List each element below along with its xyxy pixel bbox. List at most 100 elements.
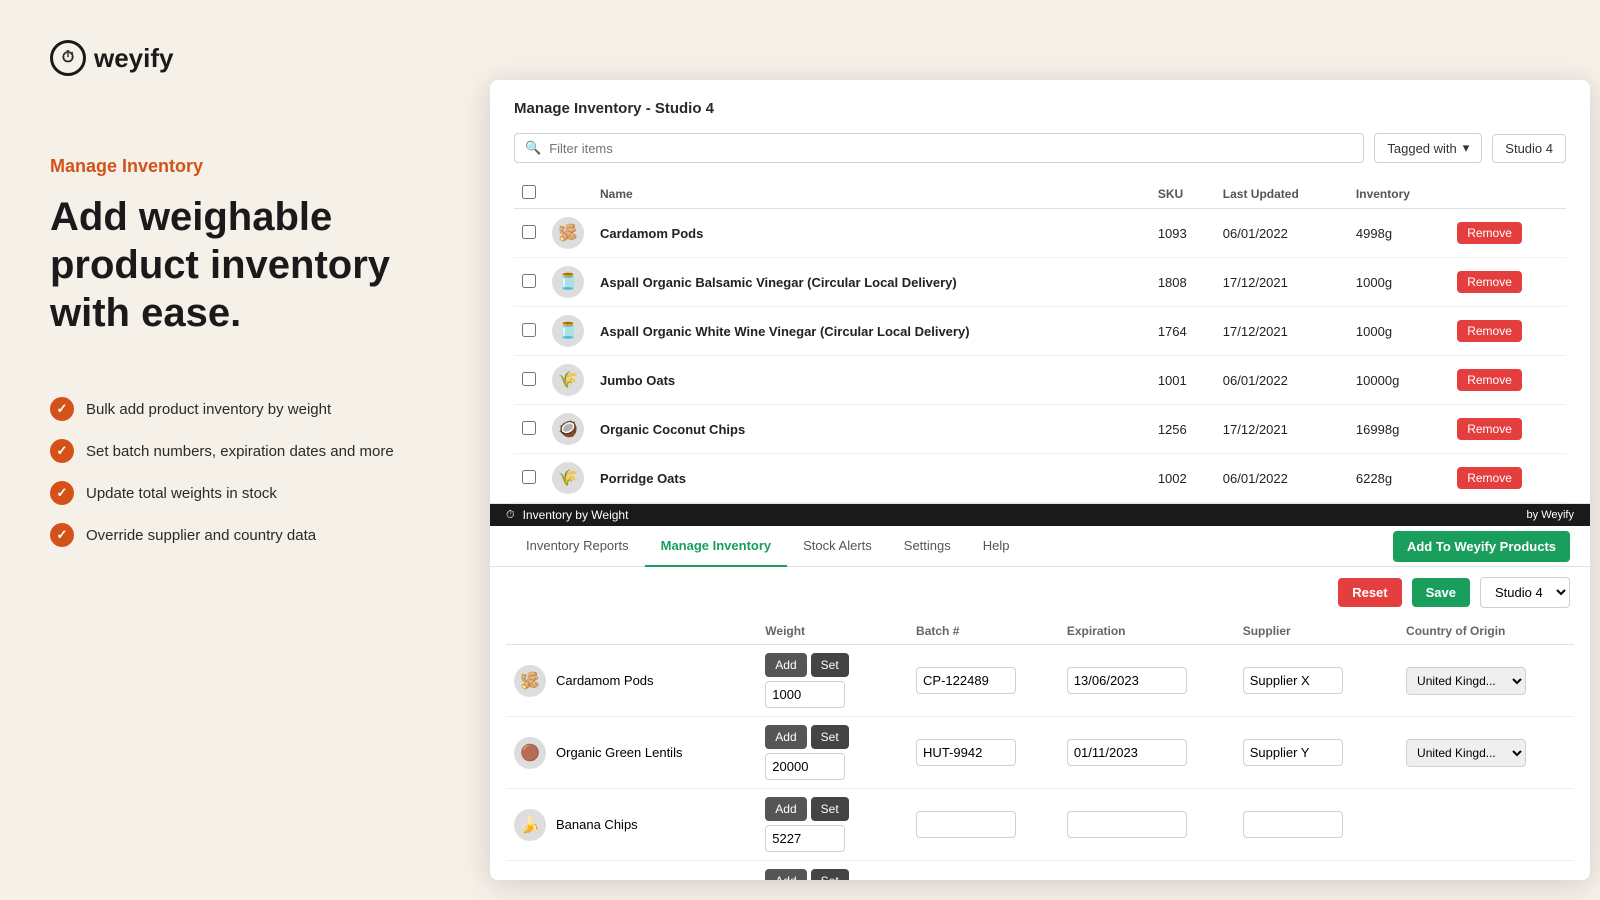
prod-image: 🍌 xyxy=(514,809,546,841)
product-row: 🫚 Cardamom Pods Add Set United Kingd... xyxy=(506,645,1574,717)
product-sku: 1002 xyxy=(1150,454,1215,503)
set-button[interactable]: Set xyxy=(811,797,849,821)
supplier-input[interactable] xyxy=(1243,811,1343,838)
product-last-updated: 06/01/2022 xyxy=(1215,454,1348,503)
product-name: Organic Coconut Chips xyxy=(592,405,1150,454)
weyify-bar-icon: ⏱ xyxy=(506,509,515,522)
row-checkbox[interactable] xyxy=(522,323,536,337)
product-image: 🫙 xyxy=(552,315,584,347)
studio-badge: Studio 4 xyxy=(1492,134,1566,163)
col-sku: SKU xyxy=(1150,179,1215,209)
features-list: Bulk add product inventory by weightSet … xyxy=(50,397,440,547)
add-button[interactable]: Add xyxy=(765,869,806,880)
prod-name: Banana Chips xyxy=(556,817,638,832)
nav-tab-settings[interactable]: Settings xyxy=(888,526,967,567)
search-box[interactable]: 🔍 xyxy=(514,133,1364,163)
tagged-with-button[interactable]: Tagged with ▾ xyxy=(1374,133,1482,163)
row-checkbox[interactable] xyxy=(522,470,536,484)
product-name: Jumbo Oats xyxy=(592,356,1150,405)
top-section: Manage Inventory - Studio 4 🔍 Tagged wit… xyxy=(490,80,1590,504)
row-checkbox[interactable] xyxy=(522,421,536,435)
supplier-input[interactable] xyxy=(1243,739,1343,766)
product-sku: 1001 xyxy=(1150,356,1215,405)
search-input[interactable] xyxy=(549,141,1353,156)
products-table-wrapper: Weight Batch # Expiration Supplier Count… xyxy=(490,618,1590,880)
expiration-input[interactable] xyxy=(1067,739,1187,766)
product-name: Porridge Oats xyxy=(592,454,1150,503)
nav-tab-stock-alerts[interactable]: Stock Alerts xyxy=(787,526,888,567)
weight-input[interactable] xyxy=(765,825,845,852)
col-supplier: Supplier xyxy=(1235,618,1398,645)
feature-item: Bulk add product inventory by weight xyxy=(50,397,440,421)
product-inventory: 1000g xyxy=(1348,307,1449,356)
weyify-bar-title: Inventory by Weight xyxy=(523,508,629,522)
remove-button[interactable]: Remove xyxy=(1457,418,1522,440)
feature-item: Update total weights in stock xyxy=(50,481,440,505)
batch-input[interactable] xyxy=(916,739,1016,766)
feature-check-icon xyxy=(50,481,74,505)
product-inventory: 4998g xyxy=(1348,209,1449,258)
remove-button[interactable]: Remove xyxy=(1457,271,1522,293)
product-last-updated: 17/12/2021 xyxy=(1215,258,1348,307)
set-button[interactable]: Set xyxy=(811,725,849,749)
product-name: Aspall Organic White Wine Vinegar (Circu… xyxy=(592,307,1150,356)
col-last-updated: Last Updated xyxy=(1215,179,1348,209)
feature-check-icon xyxy=(50,397,74,421)
table-row: 🫙 Aspall Organic Balsamic Vinegar (Circu… xyxy=(514,258,1566,307)
table-row: 🌾 Porridge Oats 1002 06/01/2022 6228g Re… xyxy=(514,454,1566,503)
col-weight: Weight xyxy=(757,618,908,645)
product-name: Aspall Organic Balsamic Vinegar (Circula… xyxy=(592,258,1150,307)
bottom-section: Inventory ReportsManage InventoryStock A… xyxy=(490,526,1590,880)
table-row: 🥥 Organic Coconut Chips 1256 17/12/2021 … xyxy=(514,405,1566,454)
supplier-input[interactable] xyxy=(1243,667,1343,694)
action-bar: Reset Save Studio 4 xyxy=(490,567,1590,618)
product-image: 🌾 xyxy=(552,364,584,396)
country-select[interactable]: United Kingd... xyxy=(1406,667,1526,695)
product-image: 🫚 xyxy=(552,217,584,249)
product-sku: 1256 xyxy=(1150,405,1215,454)
feature-check-icon xyxy=(50,523,74,547)
table-row: 🫚 Cardamom Pods 1093 06/01/2022 4998g Re… xyxy=(514,209,1566,258)
weight-input[interactable] xyxy=(765,681,845,708)
inventory-table: Name SKU Last Updated Inventory 🫚 Cardam… xyxy=(514,179,1566,503)
remove-button[interactable]: Remove xyxy=(1457,369,1522,391)
save-button[interactable]: Save xyxy=(1412,578,1470,607)
select-all-checkbox[interactable] xyxy=(522,185,536,199)
weyify-bar: ⏱ Inventory by Weight by Weyify xyxy=(490,504,1590,526)
reset-button[interactable]: Reset xyxy=(1338,578,1401,607)
feature-item: Override supplier and country data xyxy=(50,523,440,547)
app-title: Manage Inventory - Studio 4 xyxy=(514,100,1566,117)
tagged-chevron-icon: ▾ xyxy=(1463,140,1470,156)
product-last-updated: 17/12/2021 xyxy=(1215,405,1348,454)
left-panel: ⏱ weyify Manage Inventory Add weighable … xyxy=(0,0,490,900)
col-inventory: Inventory xyxy=(1348,179,1449,209)
set-button[interactable]: Set xyxy=(811,653,849,677)
add-button[interactable]: Add xyxy=(765,797,806,821)
remove-button[interactable]: Remove xyxy=(1457,320,1522,342)
country-select[interactable]: United Kingd... xyxy=(1406,739,1526,767)
add-products-button[interactable]: Add To Weyify Products xyxy=(1393,531,1570,562)
batch-input[interactable] xyxy=(916,667,1016,694)
table-row: 🌾 Jumbo Oats 1001 06/01/2022 10000g Remo… xyxy=(514,356,1566,405)
nav-tab-manage-inventory[interactable]: Manage Inventory xyxy=(645,526,788,567)
prod-image: 🫚 xyxy=(514,665,546,697)
remove-button[interactable]: Remove xyxy=(1457,222,1522,244)
add-button[interactable]: Add xyxy=(765,653,806,677)
expiration-input[interactable] xyxy=(1067,667,1187,694)
row-checkbox[interactable] xyxy=(522,372,536,386)
batch-input[interactable] xyxy=(916,811,1016,838)
add-button[interactable]: Add xyxy=(765,725,806,749)
nav-tab-help[interactable]: Help xyxy=(967,526,1026,567)
weight-input[interactable] xyxy=(765,753,845,780)
expiration-input[interactable] xyxy=(1067,811,1187,838)
studio-select[interactable]: Studio 4 xyxy=(1480,577,1570,608)
app-window: Manage Inventory - Studio 4 🔍 Tagged wit… xyxy=(490,80,1590,880)
row-checkbox[interactable] xyxy=(522,274,536,288)
set-button[interactable]: Set xyxy=(811,869,849,880)
table-row: 🫙 Aspall Organic White Wine Vinegar (Cir… xyxy=(514,307,1566,356)
col-name: Name xyxy=(592,179,1150,209)
product-row: 🟤 Organic Green Lentils Add Set United K… xyxy=(506,717,1574,789)
row-checkbox[interactable] xyxy=(522,225,536,239)
nav-tab-inventory-reports[interactable]: Inventory Reports xyxy=(510,526,645,567)
remove-button[interactable]: Remove xyxy=(1457,467,1522,489)
